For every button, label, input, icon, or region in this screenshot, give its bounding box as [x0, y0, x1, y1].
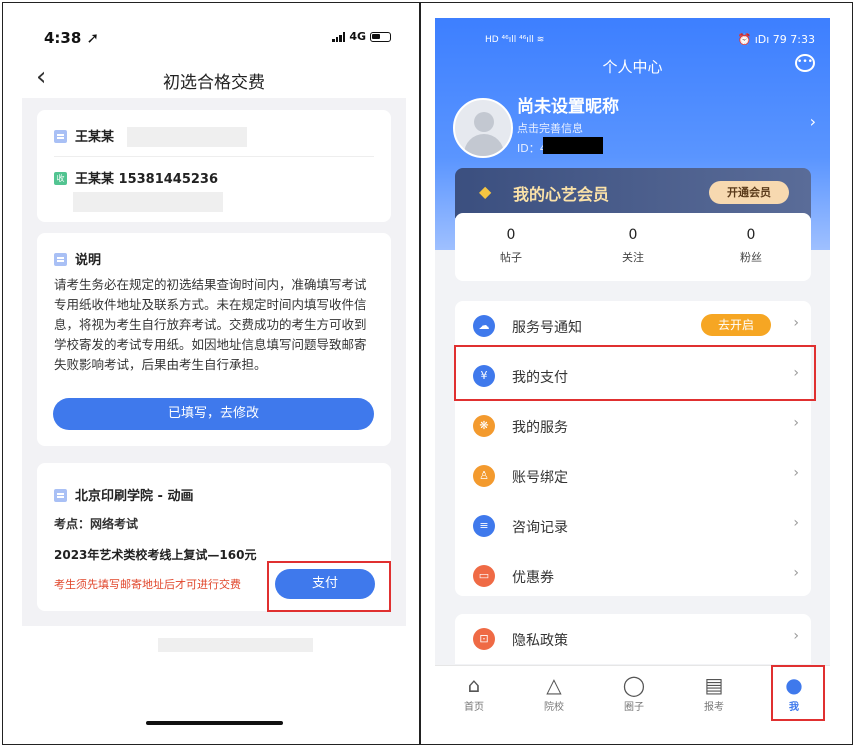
- tab-label: 首页: [464, 702, 484, 713]
- nav-bar: ‹ 初选合格交费: [22, 60, 406, 98]
- highlight-tab-me: [771, 665, 825, 721]
- message-icon[interactable]: •••: [795, 54, 815, 72]
- page-title: 初选合格交费: [163, 73, 265, 93]
- receiver-row: 收王某某 15381445236: [54, 168, 218, 187]
- stat-value: 0: [746, 227, 756, 243]
- stat-posts[interactable]: 0 帖子: [471, 227, 551, 265]
- footer-area: [22, 626, 406, 734]
- highlight-pay-button: [267, 561, 391, 612]
- vip-title: 我的心艺会员: [513, 185, 610, 204]
- tab-apply[interactable]: ▤ 报考: [689, 672, 739, 713]
- menu-label: 账号绑定: [512, 470, 568, 486]
- tab-circle[interactable]: ◯ 圈子: [609, 672, 659, 713]
- network-label: 4G: [349, 30, 366, 43]
- edit-address-button[interactable]: 已填写，去修改: [53, 398, 374, 430]
- diamond-icon: ◆: [479, 182, 492, 201]
- left-phone-screen: 4:38 ➚ 4G ‹ 初选合格交费 王某某 收王某某 15381445236 …: [22, 18, 406, 734]
- cloud-icon: ☁: [473, 315, 495, 337]
- menu-item-my-service[interactable]: ❋ 我的服务 ›: [455, 401, 811, 451]
- document-icon: [54, 489, 67, 502]
- chevron-right-icon[interactable]: ›: [810, 112, 816, 131]
- menu-item-coupons[interactable]: ▭ 优惠券 ›: [455, 551, 811, 601]
- redacted-footer: [158, 638, 313, 652]
- stat-fans[interactable]: 0 粉丝: [711, 227, 791, 265]
- address-card[interactable]: 王某某 收王某某 15381445236: [37, 110, 391, 222]
- signal-icon: [332, 31, 346, 42]
- avatar[interactable]: [453, 98, 513, 158]
- form-icon: ▤: [704, 673, 724, 697]
- exam-venue: 考点：网络考试: [54, 517, 139, 531]
- tab-home[interactable]: ⌂ 首页: [449, 672, 499, 713]
- menu-item-consult-record[interactable]: ≡ 咨询记录 ›: [455, 501, 811, 551]
- highlight-my-payment: [454, 345, 816, 401]
- menu-item-service-notice[interactable]: ☁ 服务号通知 去开启 ›: [455, 301, 811, 351]
- nickname[interactable]: 尚未设置昵称: [517, 92, 619, 117]
- stat-label: 粉丝: [740, 251, 762, 264]
- status-indicators: 4G: [332, 30, 391, 43]
- menu-item-privacy[interactable]: ⊡ 隐私政策 ›: [455, 614, 811, 664]
- stat-label: 关注: [622, 251, 644, 264]
- notice-card: 说明 请考生务必在规定的初选结果查询时间内，准确填写考试专用纸收件地址及联系方式…: [37, 233, 391, 446]
- coupon-icon: ▭: [473, 565, 495, 587]
- redacted-detail: [73, 192, 223, 212]
- redacted-id: [543, 137, 603, 154]
- status-time: 4:38 ➚: [44, 29, 100, 47]
- user-icon: ♙: [473, 465, 495, 487]
- school-name: 北京印刷学院 - 动画: [75, 489, 194, 504]
- document-icon: [54, 253, 67, 266]
- enable-badge[interactable]: 去开启: [701, 314, 771, 336]
- list-icon: ≡: [473, 515, 495, 537]
- menu-label: 咨询记录: [512, 520, 568, 536]
- chevron-right-icon: ›: [793, 415, 799, 431]
- menu-label: 隐私政策: [512, 633, 568, 649]
- open-vip-button[interactable]: 开通会员: [709, 181, 789, 204]
- menu-label: 优惠券: [512, 570, 554, 586]
- school-row: 北京印刷学院 - 动画: [54, 485, 193, 504]
- home-indicator: [146, 721, 283, 725]
- stat-following[interactable]: 0 关注: [593, 227, 673, 265]
- graduation-cap-icon: △: [546, 673, 562, 697]
- battery-icon: [370, 31, 391, 42]
- warning-text: 考生须先填写邮寄地址后才可进行交费: [54, 578, 241, 591]
- status-right: ⏰ ıDı 79 7:33: [737, 33, 815, 46]
- recipient-row: 王某某: [54, 126, 248, 147]
- receiver-name-phone: 王某某 15381445236: [75, 172, 219, 187]
- chevron-right-icon: ›: [793, 315, 799, 331]
- page-title: 个人中心: [602, 58, 663, 76]
- tab-label: 圈子: [624, 702, 644, 713]
- status-left: HD ⁴⁶ıll ⁴⁶ıll ≋: [485, 35, 545, 45]
- status-bar: 4:38 ➚ 4G: [22, 18, 406, 60]
- chevron-right-icon: ›: [793, 628, 799, 644]
- recipient-name: 王某某: [75, 130, 115, 145]
- privacy-icon: ⊡: [473, 628, 495, 650]
- stat-label: 帖子: [500, 251, 522, 264]
- tab-schools[interactable]: △ 院校: [529, 672, 579, 713]
- document-icon: [54, 130, 67, 143]
- stat-value: 0: [506, 227, 516, 243]
- stats-card: 0 帖子 0 关注 0 粉丝: [455, 213, 811, 281]
- notice-title: 说明: [75, 253, 102, 268]
- panel-divider: [419, 2, 421, 745]
- complete-info-link[interactable]: 点击完善信息: [517, 120, 583, 136]
- chevron-right-icon: ›: [793, 565, 799, 581]
- notice-header: 说明: [54, 249, 101, 268]
- chevron-right-icon: ›: [793, 465, 799, 481]
- menu-label: 服务号通知: [512, 320, 582, 336]
- home-icon: ⌂: [467, 673, 481, 697]
- tab-label: 院校: [544, 702, 564, 713]
- stat-value: 0: [628, 227, 638, 243]
- tab-label: 报考: [704, 702, 724, 713]
- menu-item-account-binding[interactable]: ♙ 账号绑定 ›: [455, 451, 811, 501]
- receive-icon: 收: [54, 172, 67, 185]
- exam-fee: 2023年艺术类校考线上复试—160元: [54, 548, 257, 562]
- service-icon: ❋: [473, 415, 495, 437]
- chevron-right-icon: ›: [793, 515, 799, 531]
- vip-banner[interactable]: ◆ 我的心艺会员 开通会员: [455, 168, 811, 218]
- notice-text: 请考生务必在规定的初选结果查询时间内，准确填写考试专用纸收件地址及联系方式。未在…: [54, 277, 367, 372]
- redacted-address: [127, 126, 248, 147]
- chat-bubble-icon: ◯: [622, 673, 646, 697]
- divider-line: [54, 156, 374, 157]
- menu-label: 我的服务: [512, 420, 568, 436]
